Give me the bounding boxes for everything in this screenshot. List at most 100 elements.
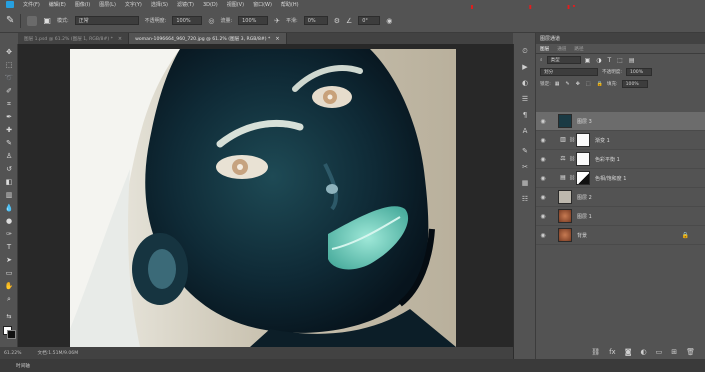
new-group-icon[interactable]: ▭ — [656, 348, 663, 356]
brush-tool-icon[interactable]: ✎ — [6, 15, 14, 26]
paragraph-icon[interactable]: ¶ — [520, 111, 530, 120]
menu-file[interactable]: 文件(F) — [23, 1, 40, 8]
lock-position-icon[interactable]: ✥ — [576, 81, 580, 87]
menu-filter[interactable]: 滤镜(T) — [177, 1, 194, 8]
flow-field[interactable]: 100% — [238, 16, 269, 25]
timeline-label[interactable]: 时间轴 — [16, 363, 30, 369]
layer-row-3[interactable]: ◉ 图层 3 — [536, 112, 705, 131]
lock-artboard-icon[interactable]: ⬚ — [586, 81, 591, 87]
visibility-eye-icon[interactable]: ◉ — [538, 232, 548, 239]
blur-tool-icon[interactable]: 💧 — [4, 204, 14, 213]
styles-icon[interactable]: ☷ — [520, 195, 530, 204]
brush-tool-icon[interactable]: ✎ — [4, 139, 14, 148]
smooth-field[interactable]: 0% — [303, 16, 328, 25]
pressure-opacity-icon[interactable]: ◎ — [208, 17, 214, 25]
swatches-icon[interactable]: ▦ — [520, 179, 530, 188]
mode-select[interactable]: 正常 — [74, 16, 139, 25]
pressure-size-icon[interactable]: ◉ — [386, 17, 392, 25]
add-mask-icon[interactable]: ◙ — [625, 348, 632, 356]
blend-mode-select[interactable]: 划分 — [540, 68, 598, 76]
menu-edit[interactable]: 编辑(E) — [49, 1, 66, 8]
layer-row-hue-saturation[interactable]: ◉ ▤ ⛓ 色相/饱和度 1 — [536, 169, 705, 188]
gradient-tool-icon[interactable]: ▥ — [4, 191, 14, 200]
airbrush-icon[interactable]: ✈ — [274, 17, 280, 25]
visibility-eye-icon[interactable]: ◉ — [538, 118, 548, 125]
adjust-filter-icon[interactable]: ◑ — [596, 57, 601, 64]
pen-tool-icon[interactable]: ✑ — [4, 230, 14, 239]
smart-filter-icon[interactable]: ▤ — [629, 57, 635, 64]
layer-row-background[interactable]: ◉ 背景 🔒 — [536, 226, 705, 245]
menu-view[interactable]: 视图(V) — [227, 1, 244, 8]
new-layer-icon[interactable]: ⊞ — [671, 348, 677, 356]
panel-title[interactable]: 图层通道 — [540, 35, 560, 42]
canvas-area[interactable] — [18, 44, 513, 347]
menu-image[interactable]: 图像(I) — [75, 1, 90, 8]
adjustment-layer-icon[interactable]: ◐ — [641, 348, 647, 356]
visibility-eye-icon[interactable]: ◉ — [538, 175, 548, 182]
move-tool-icon[interactable]: ✥ — [4, 48, 14, 57]
lasso-tool-icon[interactable]: ➰ — [4, 74, 14, 83]
menu-type[interactable]: 文字(Y) — [125, 1, 142, 8]
visibility-eye-icon[interactable]: ◉ — [538, 156, 548, 163]
layer-row-color-balance[interactable]: ◉ ⚖ ⛓ 色彩平衡 1 — [536, 150, 705, 169]
visibility-eye-icon[interactable]: ◉ — [538, 137, 548, 144]
fill-field[interactable]: 100% — [621, 80, 648, 88]
brush-settings-icon[interactable]: ✎ — [520, 147, 530, 156]
adjustments-icon[interactable]: ◐ — [520, 79, 530, 88]
layer-opacity-field[interactable]: 100% — [625, 68, 652, 76]
path-select-icon[interactable]: ➤ — [4, 256, 14, 265]
dodge-tool-icon[interactable]: ● — [4, 217, 14, 226]
brush-panel-icon[interactable]: ▣ — [43, 16, 51, 25]
brush-preset-icon[interactable] — [27, 15, 38, 26]
lock-all-icon[interactable]: 🔒 — [597, 81, 603, 87]
tab-paths[interactable]: 路径 — [574, 46, 583, 52]
zoom-tool-icon[interactable]: ⌕ — [4, 295, 14, 304]
eyedropper-tool-icon[interactable]: ✒ — [4, 113, 14, 122]
tab-document-1[interactable]: 图层 1.psd @ 61.2% (图层 1, RGB/8#) * × — [18, 33, 130, 44]
layer-row-2[interactable]: ◉ 图层 2 — [536, 188, 705, 207]
menu-help[interactable]: 帮助(H) — [281, 1, 299, 8]
layer-mask-thumbnail[interactable] — [576, 133, 590, 147]
angle-icon[interactable]: ∠ — [346, 17, 352, 25]
document-canvas[interactable] — [70, 49, 456, 347]
menu-select[interactable]: 选择(S) — [151, 1, 168, 8]
layer-mask-thumbnail[interactable] — [576, 171, 590, 185]
delete-layer-icon[interactable]: 🗑 — [686, 348, 695, 356]
type-tool-icon[interactable]: T — [4, 243, 14, 252]
menu-window[interactable]: 窗口(W) — [253, 1, 272, 8]
actions-icon[interactable]: ▶ — [520, 63, 530, 72]
visibility-eye-icon[interactable]: ◉ — [538, 194, 548, 201]
settings-gear-icon[interactable]: ⚙ — [334, 17, 340, 25]
marquee-tool-icon[interactable]: ⬚ — [4, 61, 14, 70]
visibility-eye-icon[interactable]: ◉ — [538, 213, 548, 220]
shape-tool-icon[interactable]: ▭ — [4, 269, 14, 278]
default-colors-icon[interactable]: ⇆ — [4, 312, 14, 321]
close-icon[interactable]: × — [275, 36, 279, 42]
pixel-filter-icon[interactable]: ▣ — [585, 57, 591, 64]
tab-channels[interactable]: 通道 — [557, 46, 566, 52]
kind-filter-select[interactable]: 类型 — [546, 56, 581, 64]
menu-layer[interactable]: 图层(L) — [99, 1, 116, 8]
character-icon[interactable]: A — [520, 127, 530, 136]
properties-icon[interactable]: ☰ — [520, 95, 530, 104]
background-color-swatch[interactable] — [7, 330, 16, 339]
layer-row-1[interactable]: ◉ 图层 1 — [536, 207, 705, 226]
tab-layers[interactable]: 图层 — [540, 46, 549, 52]
hand-tool-icon[interactable]: ✋ — [4, 282, 14, 291]
history-brush-icon[interactable]: ↺ — [4, 165, 14, 174]
healing-tool-icon[interactable]: ✚ — [4, 126, 14, 135]
type-filter-icon[interactable]: T — [608, 57, 612, 64]
angle-field[interactable]: 0° — [358, 16, 381, 25]
crop-tool-icon[interactable]: ⌗ — [4, 100, 14, 109]
eraser-tool-icon[interactable]: ◧ — [4, 178, 14, 187]
lock-paint-icon[interactable]: ✎ — [565, 81, 569, 87]
lock-pixels-icon[interactable]: ▦ — [555, 81, 560, 87]
history-icon[interactable]: ⏲ — [520, 47, 530, 56]
tab-document-2[interactable]: woman-1096664_960_720.jpg @ 61.2% (图层 3,… — [129, 33, 287, 44]
close-icon[interactable]: × — [118, 36, 122, 42]
layer-mask-thumbnail[interactable] — [576, 152, 590, 166]
shape-filter-icon[interactable]: ⬚ — [617, 57, 623, 64]
stamp-tool-icon[interactable]: ♙ — [4, 152, 14, 161]
zoom-level[interactable]: 61.22% — [4, 351, 22, 356]
layer-row-gradient[interactable]: ◉ ▥ ⛓ 渐变 1 — [536, 131, 705, 150]
